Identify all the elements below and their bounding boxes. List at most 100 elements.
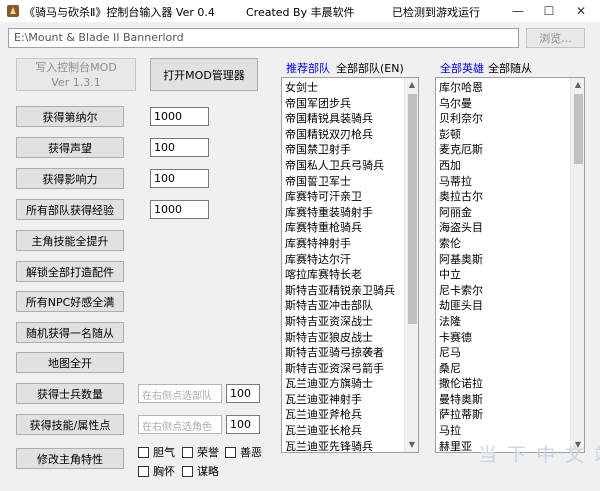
close-button[interactable]: ✕	[566, 0, 596, 22]
list-item[interactable]: 阿基奥斯	[436, 252, 570, 268]
list-item[interactable]: 尼马	[436, 345, 570, 361]
selected-hero-field[interactable]: 在右侧点选角色	[138, 415, 222, 434]
soldier-count-input[interactable]: 100	[226, 384, 260, 403]
npc-favor-button[interactable]: 所有NPC好感全满	[16, 291, 124, 312]
heroes-scroll-thumb[interactable]	[574, 94, 583, 164]
tab-all-troops[interactable]: 全部部队(EN)	[336, 60, 404, 76]
list-item[interactable]: 卡赛德	[436, 330, 570, 346]
list-item[interactable]: 库赛特达尔汗	[282, 252, 404, 268]
list-item[interactable]: 斯特吉亚资深弓箭手	[282, 361, 404, 377]
list-item[interactable]: 马拉	[436, 423, 570, 439]
list-item[interactable]: 中立	[436, 267, 570, 283]
list-item[interactable]: 斯特吉亚资深战士	[282, 314, 404, 330]
scroll-down-arrow-icon[interactable]: ▼	[405, 438, 418, 452]
list-item[interactable]: 帝国精锐双刃枪兵	[282, 127, 404, 143]
list-item[interactable]: 帝国私人卫兵弓骑兵	[282, 158, 404, 174]
list-item[interactable]: 库赛特重装骑射手	[282, 205, 404, 221]
troop-xp-input[interactable]: 1000	[150, 200, 209, 219]
troops-scrollbar[interactable]: ▲ ▼	[404, 78, 418, 452]
list-item[interactable]: 库赛特重枪骑兵	[282, 220, 404, 236]
scroll-up-arrow-icon[interactable]: ▲	[405, 78, 418, 92]
troops-scroll-thumb[interactable]	[408, 94, 417, 324]
write-mod-button[interactable]: 写入控制台MOD Ver 1.3.1	[16, 58, 136, 91]
influence-input[interactable]: 100	[150, 169, 209, 188]
renown-input[interactable]: 100	[150, 138, 209, 157]
list-item[interactable]: 库赛特可汗亲卫	[282, 189, 404, 205]
minimize-button[interactable]: —	[503, 0, 533, 22]
list-item[interactable]: 彭顿	[436, 127, 570, 143]
list-item[interactable]: 库尔哈恩	[436, 80, 570, 96]
get-influence-button[interactable]: 获得影响力	[16, 168, 124, 189]
list-item[interactable]: 劫匪头目	[436, 298, 570, 314]
map-reveal-button[interactable]: 地图全开	[16, 352, 124, 373]
open-mod-manager-button[interactable]: 打开MOD管理器	[150, 58, 258, 91]
list-item[interactable]: 乌尔曼	[436, 96, 570, 112]
list-item[interactable]: 尼卡索尔	[436, 283, 570, 299]
list-item[interactable]: 帝国禁卫射手	[282, 142, 404, 158]
all-troops-xp-button[interactable]: 所有部队获得经验	[16, 199, 124, 220]
hero-skills-up-button[interactable]: 主角技能全提升	[16, 230, 124, 251]
list-item[interactable]: 帝国誓卫军士	[282, 174, 404, 190]
list-item[interactable]: 女剑士	[282, 80, 404, 96]
list-item[interactable]: 瓦兰迪亚神射手	[282, 392, 404, 408]
list-item[interactable]: 法隆	[436, 314, 570, 330]
trait-calculating-label: 谋略	[197, 465, 219, 478]
list-item[interactable]: 喀拉库赛特长老	[282, 267, 404, 283]
list-item[interactable]: 奥拉古尔	[436, 189, 570, 205]
maximize-button[interactable]: ☐	[534, 0, 564, 22]
list-item[interactable]: 瓦兰迪亚先锋骑兵	[282, 439, 404, 452]
game-path-field[interactable]: E:\Mount & Blade II Bannerlord	[8, 28, 519, 48]
heroes-scrollbar[interactable]: ▲ ▼	[570, 78, 584, 452]
get-renown-button[interactable]: 获得声望	[16, 137, 124, 158]
denars-input[interactable]: 1000	[150, 107, 209, 126]
list-item[interactable]: 斯特吉亚冲击部队	[282, 298, 404, 314]
browse-button[interactable]: 浏览...	[526, 28, 585, 48]
list-item[interactable]: 库赛特神射手	[282, 236, 404, 252]
modify-traits-button[interactable]: 修改主角特性	[16, 448, 124, 469]
get-soldiers-button[interactable]: 获得士兵数量	[16, 383, 124, 404]
scroll-up-arrow-icon[interactable]: ▲	[571, 78, 584, 92]
watermark: 当 下 中 文 站	[478, 444, 600, 466]
list-item[interactable]: 麦克厄斯	[436, 142, 570, 158]
list-item[interactable]: 海盗头目	[436, 220, 570, 236]
get-skill-points-button[interactable]: 获得技能/属性点	[16, 414, 124, 435]
troops-list[interactable]: 女剑士 帝国军团步兵 帝国精锐具装骑兵 帝国精锐双刃枪兵 帝国禁卫射手 帝国私人卫兵弓骑兵…	[281, 77, 419, 453]
list-item[interactable]: 马蒂拉	[436, 174, 570, 190]
tab-all-heroes[interactable]: 全部英雄	[440, 60, 484, 76]
tab-recommended-troops[interactable]: 推荐部队	[286, 60, 330, 76]
list-item[interactable]: 斯特吉亚骑弓掠袭者	[282, 345, 404, 361]
random-companion-button[interactable]: 随机获得一名随从	[16, 322, 124, 343]
list-item[interactable]: 瓦兰迪亚方旗骑士	[282, 376, 404, 392]
window-title: 《骑马与砍杀Ⅱ》控制台输入器 Ver 0.4	[24, 6, 215, 19]
get-denars-button[interactable]: 获得第纳尔	[16, 106, 124, 127]
list-item[interactable]: 曼特奥斯	[436, 392, 570, 408]
trait-courage-checkbox[interactable]: 胆气	[138, 444, 175, 460]
list-item[interactable]: 撒伦诺拉	[436, 376, 570, 392]
skill-points-input[interactable]: 100	[226, 415, 260, 434]
list-item[interactable]: 西加	[436, 158, 570, 174]
selected-troop-field[interactable]: 在右侧点选部队	[138, 384, 222, 403]
list-item[interactable]: 桑尼	[436, 361, 570, 377]
trait-generosity-checkbox[interactable]: 胸怀	[138, 463, 175, 479]
unlock-crafting-button[interactable]: 解锁全部打造配件	[16, 261, 124, 282]
list-item[interactable]: 瓦兰迪亚斧枪兵	[282, 407, 404, 423]
list-item[interactable]: 萨拉蒂斯	[436, 407, 570, 423]
list-item[interactable]: 阿丽金	[436, 205, 570, 221]
list-item[interactable]: 帝国精锐具装骑兵	[282, 111, 404, 127]
list-item[interactable]: 索伦	[436, 236, 570, 252]
trait-calculating-checkbox[interactable]: 谋略	[182, 463, 219, 479]
trait-honor-checkbox[interactable]: 荣誉	[182, 444, 219, 460]
title-bar: 《骑马与砍杀Ⅱ》控制台输入器 Ver 0.4 Created By 丰晨软件 已…	[0, 0, 600, 22]
tab-all-companions[interactable]: 全部随从	[488, 60, 532, 76]
list-item[interactable]: 斯特吉亚狼皮战士	[282, 330, 404, 346]
write-mod-label: 写入控制台MOD	[35, 60, 117, 74]
list-item[interactable]: 帝国军团步兵	[282, 96, 404, 112]
trait-mercy-checkbox[interactable]: 善恶	[225, 444, 262, 460]
list-item[interactable]: 瓦兰迪亚长枪兵	[282, 423, 404, 439]
list-item[interactable]: 贝利奈尔	[436, 111, 570, 127]
list-item[interactable]: 斯特吉亚精锐亲卫骑兵	[282, 283, 404, 299]
heroes-list-items: 库尔哈恩 乌尔曼 贝利奈尔 彭顿 麦克厄斯 西加 马蒂拉 奥拉古尔 阿丽金 海盗头目 索伦 阿基奥斯中…	[436, 80, 570, 452]
game-status-label: 已检测到游戏运行	[392, 6, 480, 19]
heroes-list[interactable]: 库尔哈恩 乌尔曼 贝利奈尔 彭顿 麦克厄斯 西加 马蒂拉 奥拉古尔 阿丽金 海盗头目 索伦 阿基奥斯中…	[435, 77, 585, 453]
checkbox-box	[182, 446, 193, 458]
